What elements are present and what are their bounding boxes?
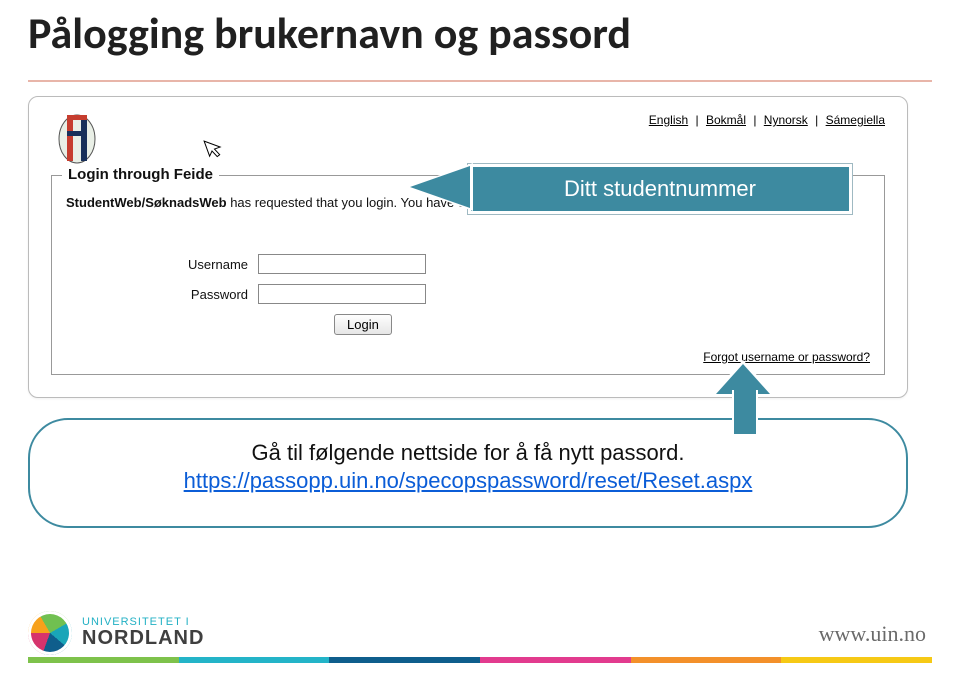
feide-screenshot: English | Bokmål | Nynorsk | Sámegiella … — [28, 96, 908, 398]
username-row: Username — [66, 254, 426, 274]
separator: | — [696, 113, 699, 127]
lang-bokmal[interactable]: Bokmål — [706, 113, 746, 127]
student-number-callout: Ditt studentnummer — [468, 164, 852, 214]
university-mark-icon — [28, 611, 72, 655]
lang-nynorsk[interactable]: Nynorsk — [764, 113, 808, 127]
service-name: StudentWeb/SøknadsWeb — [66, 195, 227, 210]
password-reset-tip: Gå til følgende nettside for å få nytt p… — [28, 418, 908, 528]
footer-url: www.uin.no — [819, 621, 926, 647]
separator: | — [753, 113, 756, 127]
stripe-segment — [480, 657, 631, 663]
stripe-segment — [781, 657, 932, 663]
login-heading: Login through Feide — [62, 166, 219, 183]
university-name: UNIVERSITETET I NORDLAND — [82, 617, 204, 650]
lang-samegiella[interactable]: Sámegiella — [826, 113, 885, 127]
login-button-wrap: Login — [334, 314, 392, 335]
footer-stripe — [28, 657, 932, 663]
stripe-segment — [28, 657, 179, 663]
password-reset-link[interactable]: https://passopp.uin.no/specopspassword/r… — [184, 468, 753, 493]
slide-title: Pålogging brukernavn og passord — [28, 6, 631, 60]
university-name-big: NORDLAND — [82, 628, 204, 649]
username-input[interactable] — [258, 254, 426, 274]
mouse-cursor-icon — [203, 135, 227, 166]
stripe-segment — [631, 657, 782, 663]
password-label: Password — [66, 287, 258, 302]
password-row: Password — [66, 284, 426, 304]
password-input[interactable] — [258, 284, 426, 304]
tip-text: Gå til følgende nettside for å få nytt p… — [70, 440, 866, 466]
stripe-segment — [179, 657, 330, 663]
separator: | — [815, 113, 818, 127]
lang-english[interactable]: English — [649, 113, 688, 127]
feide-logo — [51, 109, 103, 167]
up-arrow-icon — [716, 368, 770, 434]
language-links: English | Bokmål | Nynorsk | Sámegiella — [649, 113, 885, 127]
username-label: Username — [66, 257, 258, 272]
title-rule — [28, 80, 932, 82]
stripe-segment — [329, 657, 480, 663]
university-logo: UNIVERSITETET I NORDLAND — [28, 611, 204, 655]
login-button[interactable]: Login — [334, 314, 392, 335]
